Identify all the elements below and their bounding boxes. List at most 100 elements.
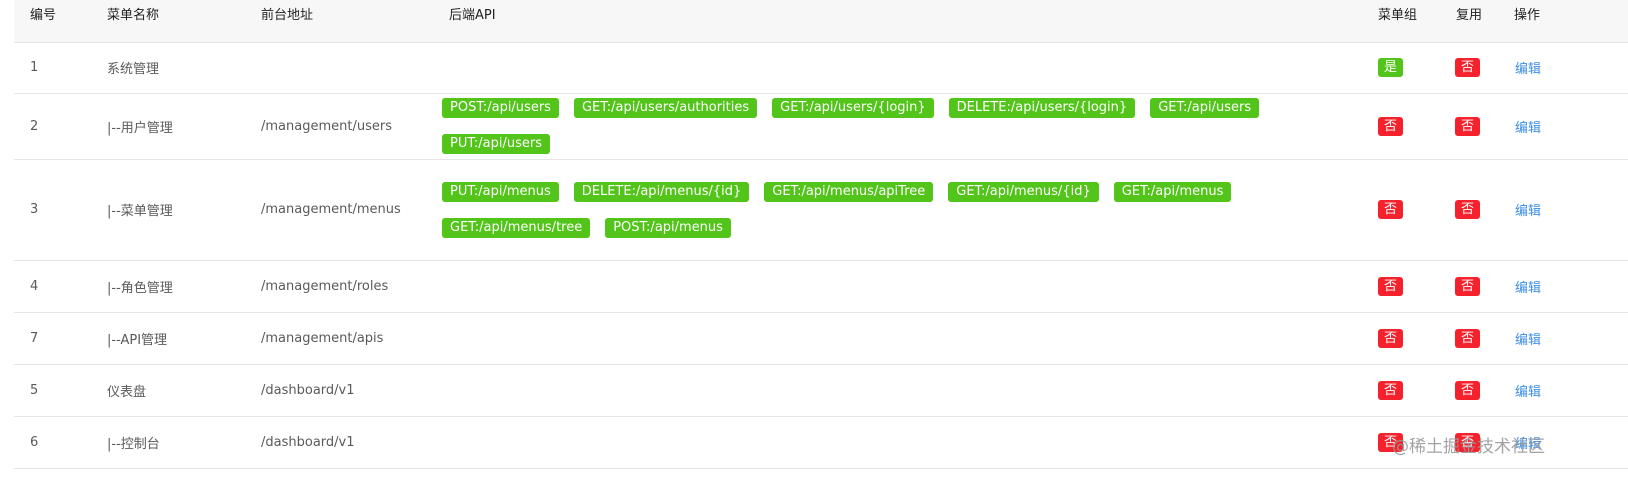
menu-name: |--用户管理: [107, 120, 173, 136]
api-tag: PUT:/api/menus: [442, 181, 559, 202]
frontend-path: /management/menus: [261, 202, 401, 217]
table-row: 7 |--API管理/management/apis 否 否 编辑: [14, 312, 1628, 365]
table-row: 3 |--菜单管理/management/menus PUT:/api/menus D…: [14, 159, 1628, 261]
api-tag: DELETE:/api/menus/{id}: [573, 181, 750, 202]
column-header-group: 菜单组: [1378, 8, 1418, 23]
cell-ops: 编辑: [1515, 42, 1541, 93]
frontend-path: /management/users: [261, 118, 392, 134]
cell-name: |--API管理: [107, 312, 167, 364]
cell-group: 否: [1378, 93, 1404, 159]
cell-id: 3: [30, 159, 38, 260]
api-tag: GET:/api/users: [1150, 98, 1260, 118]
api-tag: DELETE:/api/users/{login}: [948, 98, 1136, 118]
menu-name: 系统管理: [107, 62, 160, 77]
api-tag: POST:/api/users: [442, 98, 559, 118]
cell-ops: 编辑: [1515, 260, 1541, 312]
column-header-path: 前台地址: [261, 8, 314, 23]
api-tag-list: PUT:/api/menus DELETE:/api/menus/{id} GET:…: [442, 181, 1342, 238]
api-tag: POST:/api/menus: [605, 217, 731, 238]
menu-name: |--控制台: [107, 436, 160, 452]
cell-group: 否: [1378, 159, 1404, 260]
menu-name: 仪表盘: [107, 384, 147, 400]
api-tag-list: POST:/api/users GET:/api/users/authoritie…: [442, 98, 1342, 154]
table-row: 6 |--控制台/dashboard/v1 否否编辑: [14, 416, 1628, 469]
edit-link[interactable]: 编辑: [1515, 58, 1541, 77]
reuse-badge: 否: [1455, 116, 1481, 136]
menu-group-badge: 否: [1378, 276, 1404, 296]
cell-group: 否: [1378, 364, 1404, 416]
edit-link[interactable]: 编辑: [1515, 381, 1541, 400]
column-header-name: 菜单名称: [107, 8, 160, 23]
row-id: 3: [30, 202, 39, 217]
cell-api: PUT:/api/menus DELETE:/api/menus/{id} GET:…: [442, 159, 1342, 260]
frontend-path: /dashboard/v1: [261, 382, 355, 398]
api-tag: GET:/api/menus/{id}: [948, 181, 1099, 202]
cell-reuse: 否: [1455, 159, 1481, 260]
cell-path: /management/menus: [261, 159, 401, 260]
edit-link[interactable]: 编辑: [1515, 329, 1541, 348]
cell-api: [442, 42, 1342, 93]
column-header-ops: 操作: [1514, 8, 1541, 23]
cell-api: [442, 260, 1342, 312]
reuse-badge: 否: [1455, 328, 1481, 348]
cell-path: /management/apis: [261, 312, 383, 364]
cell-ops: 编辑: [1515, 364, 1541, 416]
cell-path: /dashboard/v1: [261, 364, 355, 416]
cell-id: 4: [30, 260, 38, 312]
edit-link[interactable]: 编辑: [1515, 200, 1541, 219]
cell-id: 7: [30, 312, 38, 364]
cell-ops: 编辑: [1515, 159, 1541, 260]
cell-name: 系统管理: [107, 42, 159, 93]
cell-reuse: 否: [1455, 42, 1481, 93]
menu-name: |--菜单管理: [107, 204, 173, 219]
cell-path: /management/roles: [261, 260, 388, 312]
row-id: 6: [30, 434, 39, 450]
cell-id: 5: [30, 364, 38, 416]
cell-api: POST:/api/users GET:/api/users/authoritie…: [442, 93, 1342, 159]
cell-reuse: 否: [1455, 93, 1481, 159]
cell-ops: 编辑: [1515, 312, 1541, 364]
table-row: 2 |--用户管理/management/users POST:/api/users…: [14, 93, 1628, 160]
menu-group-badge: 否: [1378, 200, 1404, 219]
row-id: 2: [30, 118, 39, 134]
reuse-badge: 否: [1455, 58, 1481, 77]
column-header-reuse: 复用: [1456, 8, 1483, 23]
frontend-path: /management/apis: [261, 330, 384, 346]
api-tag: GET:/api/menus/apiTree: [764, 181, 934, 202]
table-row: 4 |--角色管理/management/roles 否 否 编辑: [14, 260, 1628, 313]
cell-api: [442, 312, 1342, 364]
cell-name: 仪表盘: [107, 364, 146, 416]
menu-group-badge: 否: [1378, 116, 1404, 136]
cell-name: |--用户管理: [107, 93, 173, 159]
cell-name: |--菜单管理: [107, 159, 173, 260]
cell-id: 6: [30, 416, 38, 468]
table-header: 编号 菜单名称 前台地址 后端API 菜单组 复用 操作: [14, 0, 1628, 43]
reuse-badge: 否: [1455, 200, 1481, 219]
cell-api: [442, 364, 1342, 416]
api-tag: GET:/api/menus/tree: [442, 217, 591, 238]
cell-ops: 编辑: [1515, 93, 1541, 159]
table-row: 5 仪表盘/dashboard/v1 否 否 编辑: [14, 364, 1628, 417]
edit-link[interactable]: 编辑: [1515, 277, 1541, 296]
menu-group-badge: 否: [1378, 328, 1404, 348]
menu-name: |--角色管理: [107, 280, 173, 296]
cell-id: 1: [30, 42, 38, 93]
frontend-path: /management/roles: [261, 278, 389, 294]
cell-reuse: 否: [1455, 312, 1481, 364]
cell-name: |--控制台: [107, 416, 160, 468]
api-tag: GET:/api/menus: [1113, 181, 1232, 202]
watermark: @稀土掘金技术社区: [1392, 437, 1545, 457]
api-tag: GET:/api/users/authorities: [573, 98, 758, 118]
edit-link[interactable]: 编辑: [1515, 117, 1541, 136]
cell-reuse: 否: [1455, 260, 1481, 312]
column-header-id: 编号: [30, 8, 57, 23]
row-id: 1: [30, 60, 39, 75]
cell-name: |--角色管理: [107, 260, 173, 312]
menu-group-badge: 是: [1378, 58, 1404, 77]
cell-id: 2: [30, 93, 38, 159]
cell-path: /management/users: [261, 93, 392, 159]
menu-name: |--API管理: [107, 332, 168, 348]
cell-group: 否: [1378, 260, 1404, 312]
cell-group: 否: [1378, 312, 1404, 364]
menu-table: 编号 菜单名称 前台地址 后端API 菜单组 复用 操作 1 系统管理是否编辑 2 |…: [0, 0, 1628, 487]
